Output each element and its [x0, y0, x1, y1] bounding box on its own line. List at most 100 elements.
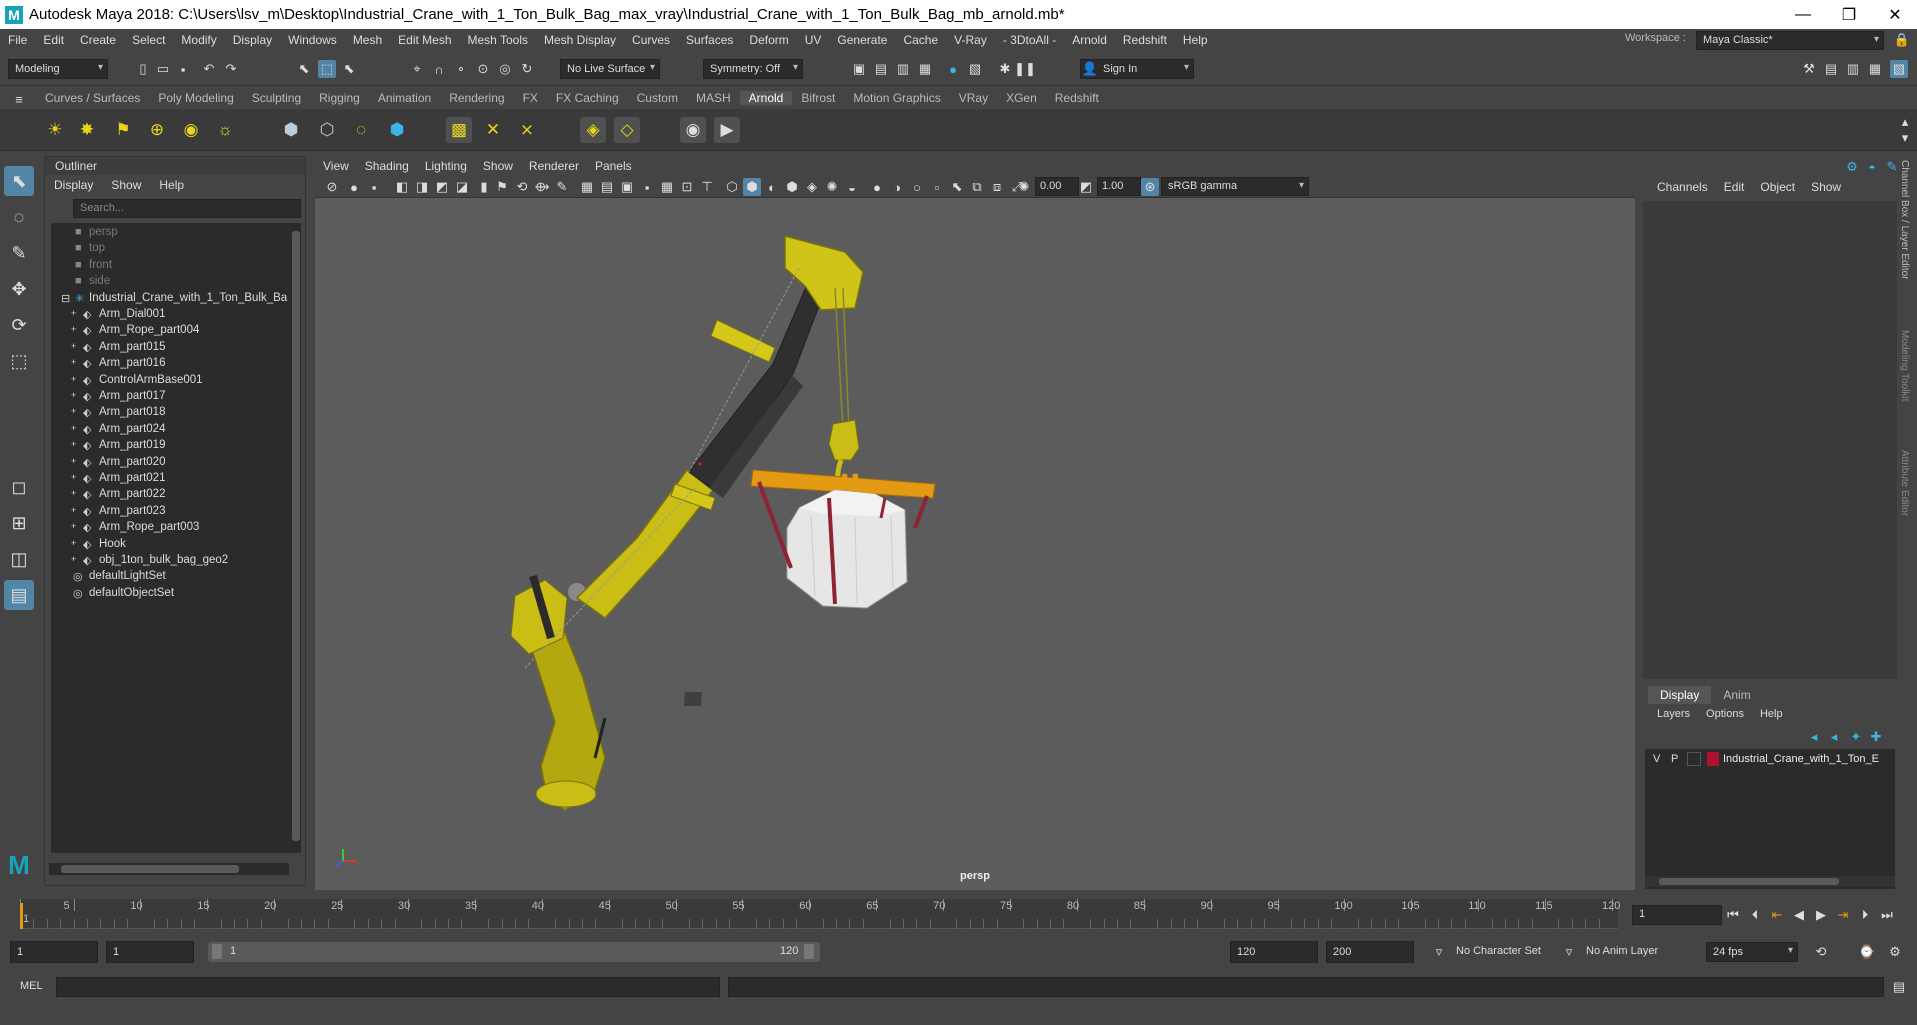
texture-manager-icon[interactable]: ▩	[446, 117, 472, 143]
shelf-tab-poly-modeling[interactable]: Poly Modeling	[149, 91, 242, 105]
menu-create[interactable]: Create	[72, 33, 124, 47]
shelf-tab-curves-surfaces[interactable]: Curves / Surfaces	[36, 91, 149, 105]
loop-icon[interactable]: ⟲	[1812, 943, 1830, 961]
symmetry-dropdown[interactable]: Symmetry: Off	[703, 59, 803, 79]
camera-select-icon[interactable]: ⊘	[323, 178, 341, 196]
render-region-icon[interactable]: ◇	[614, 117, 640, 143]
safe-title-icon[interactable]: ⚑	[493, 178, 511, 196]
grid-toggle-icon[interactable]: ⟲	[513, 178, 531, 196]
play-backwards-icon[interactable]: ◀	[1790, 906, 1808, 924]
save-scene-icon[interactable]: ▪	[174, 60, 192, 78]
expand-icon[interactable]: +	[71, 488, 76, 498]
layer-menu-help[interactable]: Help	[1752, 708, 1791, 720]
open-scene-icon[interactable]: ▭	[154, 60, 172, 78]
viewport-menu-shading[interactable]: Shading	[357, 159, 417, 173]
export-standin-icon[interactable]: ⬢	[384, 117, 410, 143]
light-portal-icon[interactable]: ◉	[178, 117, 204, 143]
camera-attr-icon[interactable]: ●	[345, 178, 363, 196]
expand-icon[interactable]: +	[71, 341, 76, 351]
live-surface-dropdown[interactable]: No Live Surface	[560, 59, 660, 79]
single-pane-icon[interactable]: ◻	[4, 472, 34, 502]
outliner-h-scrollbar[interactable]	[49, 863, 289, 875]
time-slider-track[interactable]: 1 5 10 15 20 25 30 35 40 45 50 55 60 65 70 75 80 85 90 95 10…	[20, 899, 1620, 929]
auto-key-icon[interactable]: ⌚	[1858, 943, 1876, 961]
xray-icon[interactable]: ⟴	[533, 178, 551, 196]
flush-cache-icon[interactable]: ✕	[480, 117, 506, 143]
textured-icon[interactable]: ⬢	[783, 178, 801, 196]
motion-blur-icon[interactable]: ◑	[888, 178, 906, 196]
image-plane-icon[interactable]: ◧	[393, 178, 411, 196]
rotate-tool-icon[interactable]: ⟳	[4, 310, 34, 340]
move-tool-icon[interactable]: ✥	[4, 274, 34, 304]
expand-icon[interactable]: +	[71, 505, 76, 515]
title-safe-icon[interactable]: ⊤	[698, 178, 716, 196]
crosshair-icon[interactable]: ⊡	[678, 178, 696, 196]
snap-surface-icon[interactable]: ◎	[496, 60, 514, 78]
menu-mesh-tools[interactable]: Mesh Tools	[460, 33, 536, 47]
menu-curves[interactable]: Curves	[624, 33, 678, 47]
shelf-tab-motion-graphics[interactable]: Motion Graphics	[844, 91, 949, 105]
step-back-frame-icon[interactable]: ⏴	[1746, 906, 1764, 924]
layer-editor-icon[interactable]: ▧	[1890, 60, 1908, 78]
layer-menu-options[interactable]: Options	[1698, 708, 1752, 720]
minimize-button[interactable]: —	[1780, 0, 1826, 29]
shelf-tab-custom[interactable]: Custom	[628, 91, 687, 105]
range-bar[interactable]: 1 120	[208, 942, 820, 962]
two-pane-icon[interactable]: ◫	[4, 544, 34, 574]
new-scene-icon[interactable]: ▯	[134, 60, 152, 78]
expand-icon[interactable]: +	[71, 324, 76, 334]
render-seq-icon[interactable]: ▤	[872, 60, 890, 78]
render-frame-icon[interactable]: ▣	[850, 60, 868, 78]
shelf-tab-redshift[interactable]: Redshift	[1046, 91, 1108, 105]
select-object-icon[interactable]: ⬚	[318, 60, 336, 78]
viewport-menu-renderer[interactable]: Renderer	[521, 159, 587, 173]
viewport-menu-lighting[interactable]: Lighting	[417, 159, 475, 173]
field-chart-icon[interactable]: ◪	[453, 178, 471, 196]
shelf-tab-rigging[interactable]: Rigging	[310, 91, 369, 105]
channel-box-icon-a[interactable]: ⚙	[1843, 158, 1861, 176]
lock-icon[interactable]: 🔒	[1893, 31, 1911, 49]
standin-icon[interactable]: ⬢	[278, 117, 304, 143]
gate-mask-icon[interactable]: ▣	[618, 178, 636, 196]
playback-start-field[interactable]: 1	[106, 941, 194, 963]
menu-v-ray[interactable]: V-Ray	[946, 33, 995, 47]
step-forward-frame-icon[interactable]: ⏵	[1856, 906, 1874, 924]
outliner-search-input[interactable]: Search...	[73, 199, 301, 218]
vray-icon[interactable]: ✱	[996, 60, 1014, 78]
select-hierarchy-icon[interactable]: ⬉	[295, 60, 313, 78]
shelf-tab-xgen[interactable]: XGen	[997, 91, 1046, 105]
menu-display[interactable]: Display	[225, 33, 280, 47]
shelf-tab-fx-caching[interactable]: FX Caching	[547, 91, 628, 105]
menu-windows[interactable]: Windows	[280, 33, 345, 47]
shelf-tab-vray[interactable]: VRay	[950, 91, 997, 105]
layer-name[interactable]: Industrial_Crane_with_1_Ton_E	[1723, 753, 1879, 765]
layer-color-swatch[interactable]	[1707, 752, 1719, 766]
dof-icon[interactable]: ▫	[928, 178, 946, 196]
menu-edit[interactable]: Edit	[35, 33, 72, 47]
expand-icon[interactable]: +	[71, 308, 76, 318]
menu-mesh[interactable]: Mesh	[345, 33, 390, 47]
render-icon[interactable]: ◈	[580, 117, 606, 143]
layer-tab-anim[interactable]: Anim	[1711, 686, 1762, 704]
layer-type-toggle[interactable]	[1687, 752, 1701, 766]
mesh-light-icon[interactable]: ✸	[74, 117, 100, 143]
playhead-marker[interactable]	[20, 903, 23, 929]
outliner-menu-display[interactable]: Display	[45, 178, 102, 192]
outliner-item-set[interactable]: ◎ defaultObjectSet	[51, 584, 291, 604]
outliner-tab[interactable]: Outliner	[45, 157, 305, 175]
current-frame-field[interactable]: 1	[1632, 905, 1722, 925]
lighting-icon[interactable]: ◈	[803, 178, 821, 196]
scale-tool-icon[interactable]: ⬚	[4, 346, 34, 376]
film-gate-icon[interactable]: ◩	[433, 178, 451, 196]
animation-end-field[interactable]: 200	[1326, 941, 1414, 963]
shelf-scroll-down-icon[interactable]: ▾	[1896, 129, 1914, 147]
go-to-start-icon[interactable]: ⏮	[1724, 906, 1742, 924]
menu-edit-mesh[interactable]: Edit Mesh	[390, 33, 459, 47]
shadows-icon[interactable]: ✺	[823, 178, 841, 196]
play-forwards-icon[interactable]: ▶	[1812, 906, 1830, 924]
ao-icon[interactable]: ◒	[843, 178, 861, 196]
layer-playback-toggle[interactable]: P	[1671, 753, 1678, 765]
preferences-icon[interactable]: ⚙	[1886, 943, 1904, 961]
shelf-tab-sculpting[interactable]: Sculpting	[243, 91, 310, 105]
animation-start-field[interactable]: 1	[10, 941, 98, 963]
